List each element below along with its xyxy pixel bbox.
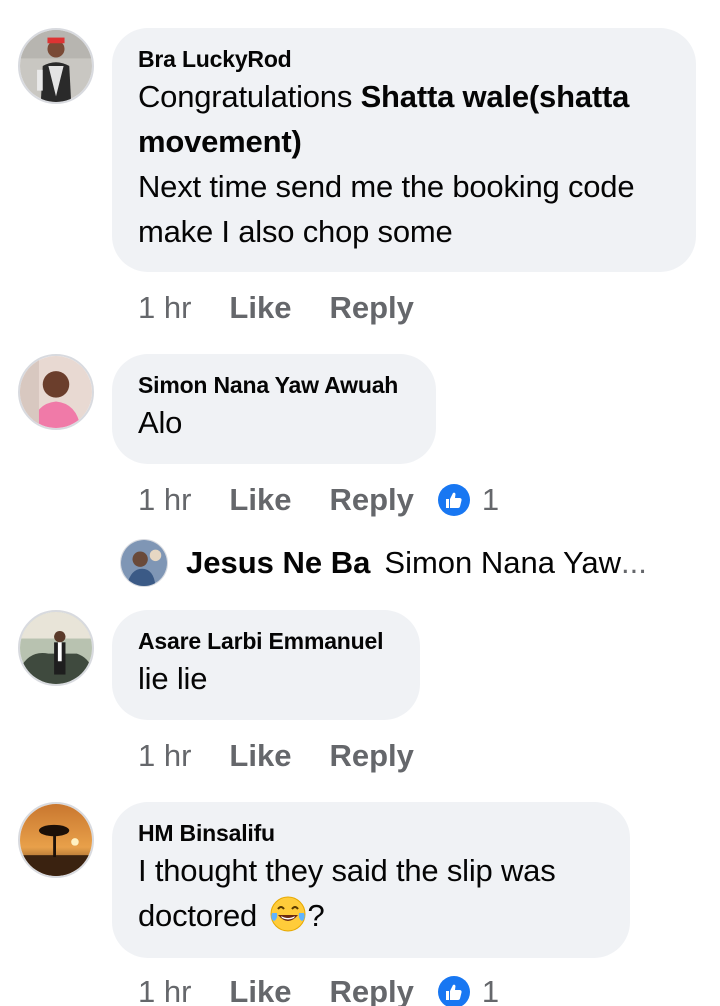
like-thumb-icon [437,976,470,1006]
comment-time[interactable]: 1 hr [138,482,191,518]
comment-bubble: Simon Nana Yaw Awuah Alo [112,354,436,464]
reaction-count: 1 [481,482,500,517]
reaction-summary[interactable]: 1 [437,974,500,1006]
comment-author[interactable]: Bra LuckyRod [138,44,670,74]
comment-time[interactable]: 1 hr [138,290,191,326]
reply-button[interactable]: Reply [329,482,413,518]
comment-text: I thought they said the slip was doctore… [138,848,604,938]
comment-text: Alo [138,405,183,440]
avatar[interactable] [18,610,94,686]
reply-button[interactable]: Reply [329,290,413,326]
comment-bubble: HM Binsalifu I thought they said the sli… [112,802,630,958]
avatar [120,539,168,587]
like-button[interactable]: Like [229,482,291,518]
comment-text: Congratulations Shatta wale(shatta movem… [138,74,670,164]
comments-page: Bra LuckyRod Congratulations Shatta wale… [0,0,720,1006]
comment-actions: 1 hr Like Reply [138,736,438,776]
comment-bubble: Bra LuckyRod Congratulations Shatta wale… [112,28,696,272]
reaction-count: 1 [481,974,500,1006]
reply-author[interactable]: Jesus Ne Ba [186,545,370,581]
reply-preview[interactable]: Jesus Ne Ba Simon Nana Yaw... [120,538,700,588]
face-with-tears-of-joy-icon [269,895,307,933]
user-photo-icon [20,612,92,684]
comment-actions: 1 hr Like Reply 1 [138,972,499,1006]
comment-actions: 1 hr Like Reply [138,288,438,328]
comment-author[interactable]: HM Binsalifu [138,818,604,848]
reply-button[interactable]: Reply [329,738,413,774]
avatar[interactable] [18,28,94,104]
reply-button[interactable]: Reply [329,974,413,1006]
user-photo-icon [121,540,167,586]
like-button[interactable]: Like [229,290,291,326]
comment-text-before: I thought they said the slip was doctore… [138,853,556,933]
reaction-summary[interactable]: 1 [437,482,500,518]
comment-author[interactable]: Simon Nana Yaw Awuah [138,370,410,400]
user-photo-icon [20,804,92,876]
comment-text: lie lie [138,661,208,696]
comment-time[interactable]: 1 hr [138,974,191,1006]
avatar[interactable] [18,354,94,430]
comment-actions: 1 hr Like Reply 1 [138,480,499,520]
reply-ellipsis: ... [621,545,647,580]
user-photo-icon [20,30,92,102]
comment-text-after: ? [307,898,325,933]
comment-time[interactable]: 1 hr [138,738,191,774]
comment-text-before: Congratulations [138,79,361,114]
user-photo-icon [20,356,92,428]
comment-text-line2: Next time send me the booking code make … [138,169,635,249]
comment-bubble: Asare Larbi Emmanuel lie lie [112,610,420,720]
like-thumb-icon [437,484,470,516]
avatar[interactable] [18,802,94,878]
reply-snippet: Simon Nana Yaw [384,545,622,580]
like-button[interactable]: Like [229,974,291,1006]
comment-author[interactable]: Asare Larbi Emmanuel [138,626,394,656]
like-button[interactable]: Like [229,738,291,774]
